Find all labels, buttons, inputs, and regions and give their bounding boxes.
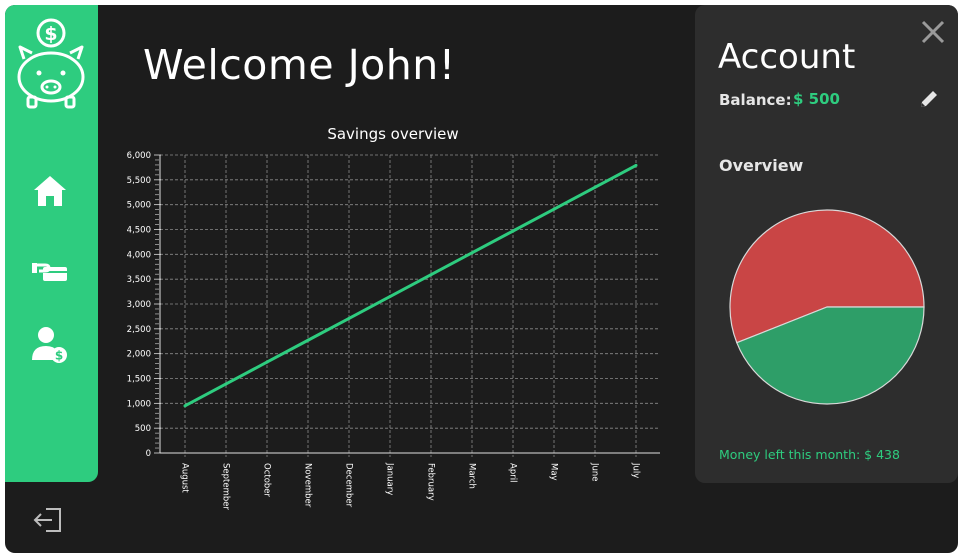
sidebar: $ $ [5,5,98,482]
nav-home[interactable] [28,171,72,211]
data-point [552,207,556,211]
x-tick-label: November [303,463,313,508]
x-tick-label: December [344,463,354,508]
y-tick-label: 1,000 [127,399,151,409]
account-panel: Account Balance: $ 500 Overview Money le… [695,5,958,483]
data-point [306,338,310,342]
welcome-heading: Welcome John! [143,41,456,89]
y-tick-label: 6,000 [127,151,151,161]
x-tick-label: August [180,463,190,493]
y-tick-label: 5,500 [127,176,151,186]
transfer-icon [32,263,67,281]
series-line [184,164,637,408]
x-tick-label: January [385,462,395,495]
logout-icon[interactable] [32,505,64,535]
x-tick-label: February [426,463,436,501]
nav-account[interactable]: $ [28,325,72,365]
data-point [183,404,187,408]
piggy-bank-logo: $ [17,18,85,109]
close-icon[interactable] [920,19,946,45]
x-tick-label: July [631,462,641,478]
svg-text:$: $ [44,23,57,45]
edit-icon[interactable] [918,88,940,110]
overview-label: Overview [719,156,804,175]
y-tick-label: 500 [135,424,151,434]
data-point [429,273,433,277]
x-tick-label: June [590,462,600,482]
y-tick-label: 1,500 [127,375,151,385]
x-tick-label: March [467,463,477,489]
data-point [634,163,638,167]
y-tick-label: 4,500 [127,226,151,236]
home-icon [34,176,66,206]
x-tick-label: September [221,463,231,510]
y-tick-label: 3,500 [127,275,151,285]
y-tick-label: 2,000 [127,350,151,360]
y-tick-label: 5,000 [127,201,151,211]
data-point [347,316,351,320]
money-left-text: Money left this month: $ 438 [719,447,900,462]
balance-value: $ 500 [793,90,840,108]
svg-text:$: $ [55,349,63,363]
balance-label: Balance: [719,91,792,109]
data-point [593,185,597,189]
chart-title: Savings overview [327,125,458,143]
account-title: Account [718,37,856,77]
app-window: $ $ Welcome John! Savings overview 0 500… [5,5,958,553]
user-money-icon: $ [32,327,67,363]
y-tick-label: 3,000 [127,300,151,310]
nav-transfer[interactable] [28,251,72,291]
data-point [388,295,392,299]
savings-line-chart: Savings overview 0 500 1,000 1,500 2,000 2,500… [127,125,660,510]
data-point [265,360,269,364]
y-tick-label: 2,500 [127,325,151,335]
overview-pie-chart [729,209,925,405]
data-point [511,229,515,233]
x-tick-label: May [549,463,559,481]
data-point [470,251,474,255]
x-tick-label: April [508,463,518,482]
x-tick-label: October [262,463,272,498]
y-tick-label: 4,000 [127,250,151,260]
data-point [224,382,228,386]
y-tick-label: 0 [146,449,151,459]
